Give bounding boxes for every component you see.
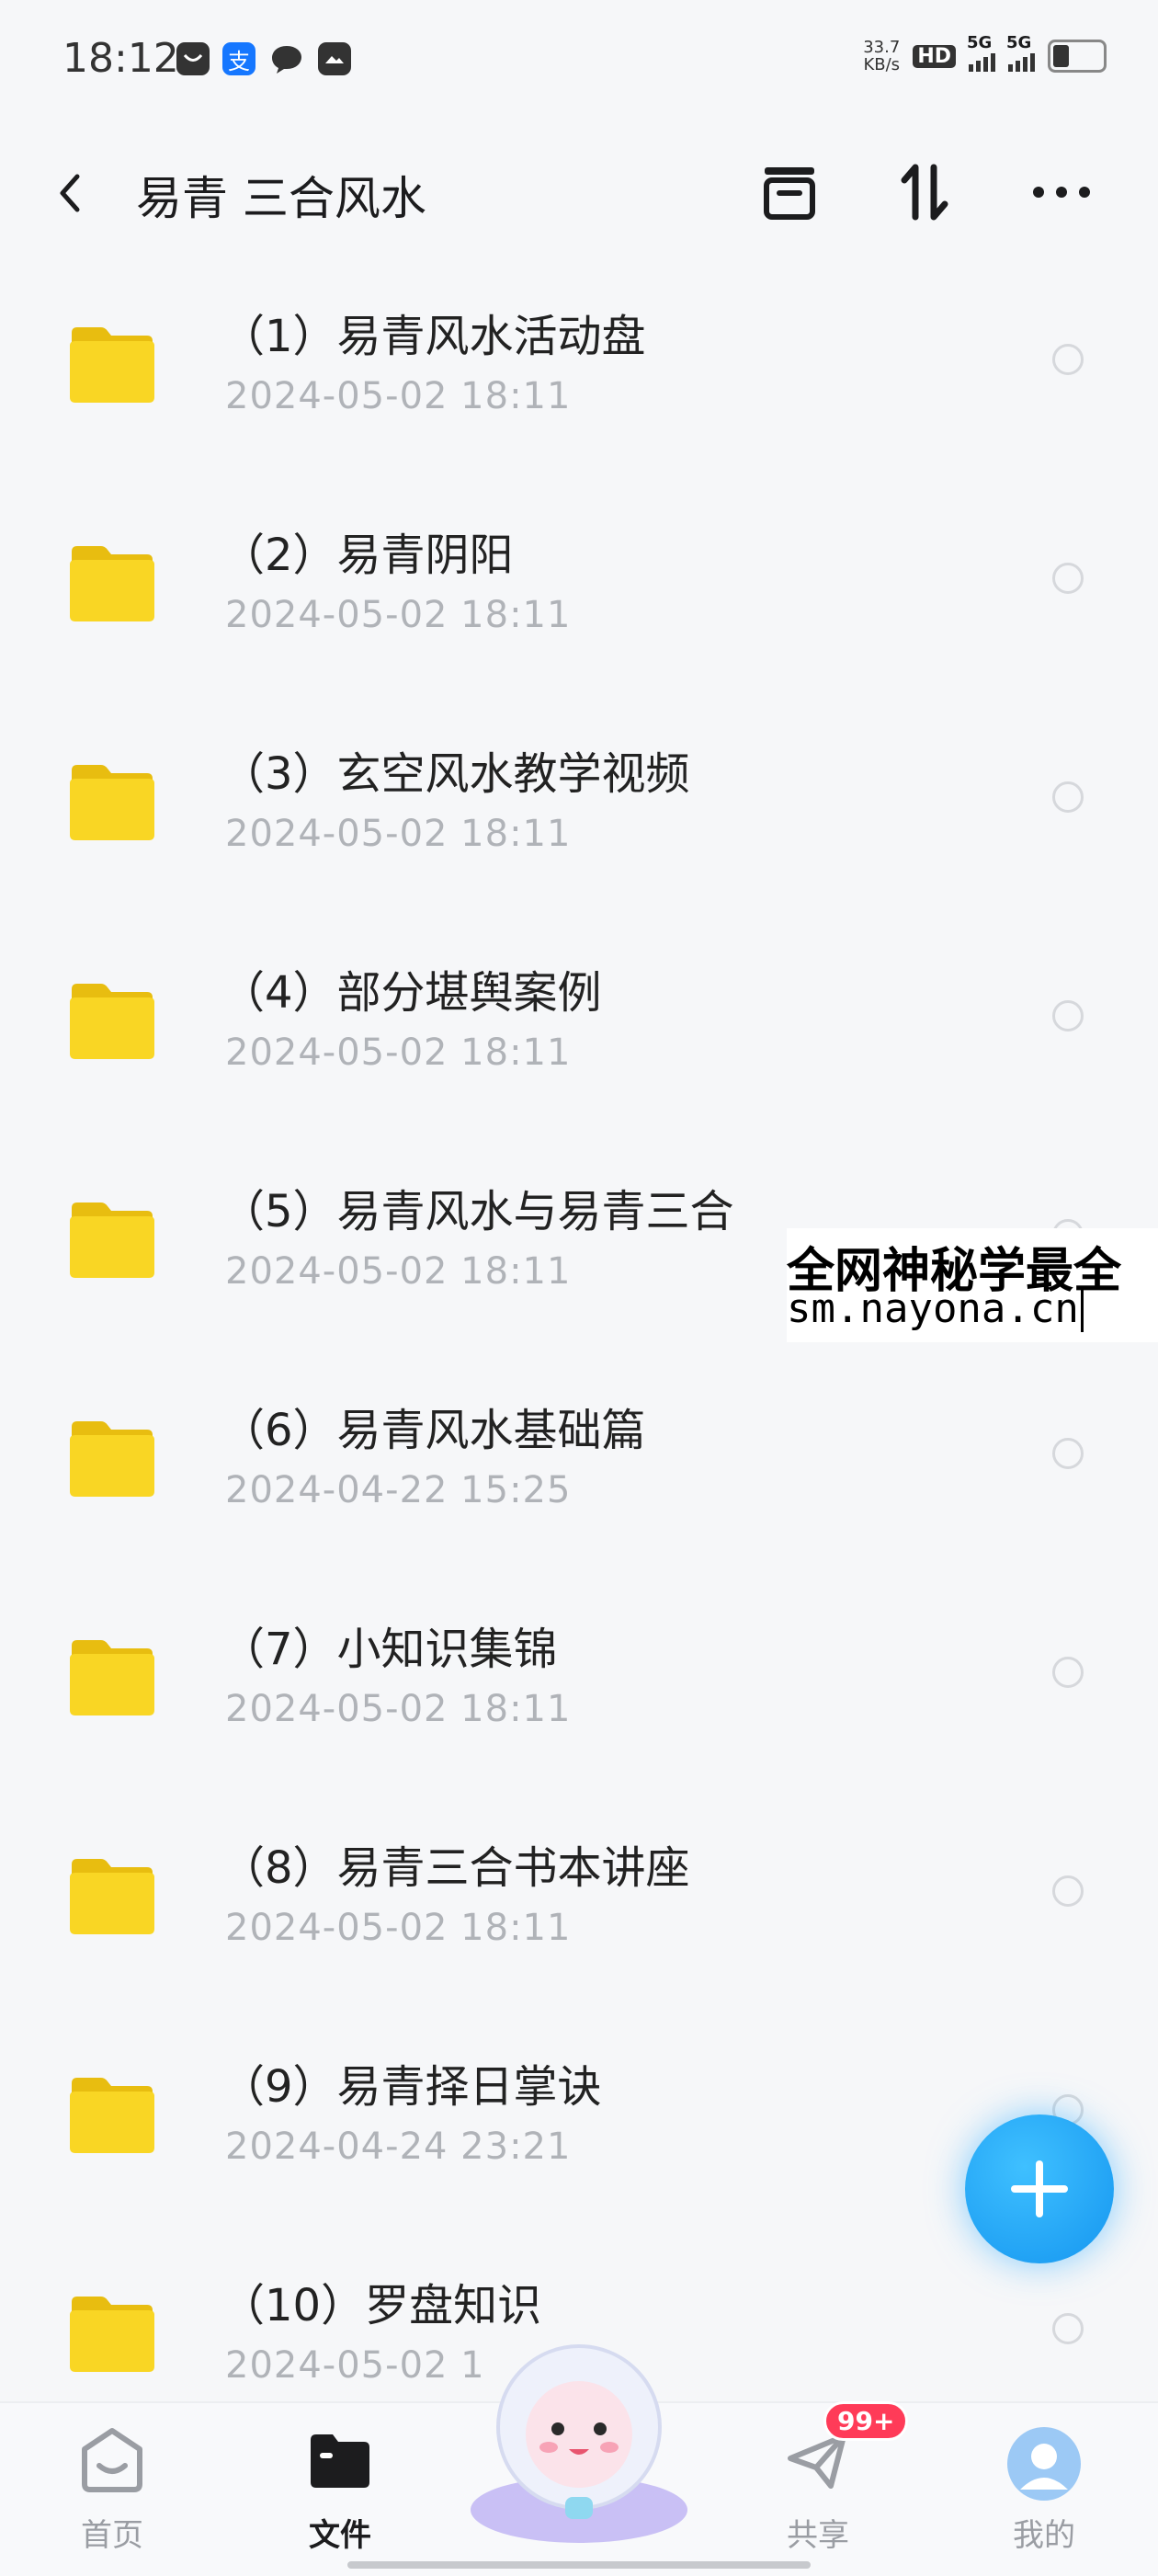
folder-date: 2024-05-02 18:11 [225, 1250, 572, 1293]
folder-date: 2024-05-02 18:11 [225, 1688, 572, 1730]
gallery-app-icon [318, 42, 351, 75]
folder-icon [70, 2297, 154, 2372]
notification-app-icon [176, 42, 210, 75]
folder-date: 2024-05-02 18:11 [225, 1032, 572, 1074]
tab-home[interactable]: 首页 [20, 2403, 204, 2576]
notification-badge: 99+ [823, 2401, 909, 2441]
plus-icon [1011, 2160, 1068, 2217]
folder-date: 2024-05-02 18:11 [225, 1907, 572, 1949]
chevron-left-icon [60, 174, 80, 212]
tab-home-label: 首页 [81, 2517, 143, 2554]
sort-button[interactable] [893, 160, 958, 228]
signal-sim1-icon: 5G [967, 33, 995, 72]
folder-date: 2024-05-02 18:11 [225, 594, 572, 636]
status-bar: 18:12 支 33.7 KB/s HD 5G 5G [0, 0, 1158, 120]
folder-name: （8）易青三合书本讲座 [221, 1842, 690, 1894]
home-face-icon [82, 2428, 142, 2492]
folder-row[interactable]: （6）易青风水基础篇 2024-04-22 15:25 [0, 1361, 1158, 1579]
alipay-icon: 支 [222, 42, 255, 75]
folder-row[interactable]: （7）小知识集锦 2024-05-02 18:11 [0, 1579, 1158, 1798]
folder-row[interactable]: （8）易青三合书本讲座 2024-05-02 18:11 [0, 1798, 1158, 2017]
mascot-assistant-button[interactable] [464, 2335, 694, 2547]
watermark-overlay: 全网神秘学最全 sm.nayona.cn [787, 1228, 1158, 1342]
folder-list: （1）易青风水活动盘 2024-05-02 18:11 （2）易青阴阳 2024… [0, 267, 1158, 2455]
page-title: 易青 三合风水 [136, 172, 426, 225]
folder-name: （10）罗盘知识 [221, 2280, 542, 2331]
add-button[interactable] [965, 2114, 1114, 2263]
folder-name: （7）小知识集锦 [221, 1624, 558, 1675]
select-radio[interactable] [1052, 1438, 1084, 1469]
folder-name: （6）易青风水基础篇 [221, 1405, 646, 1456]
folder-icon [70, 327, 154, 403]
home-indicator [347, 2561, 811, 2569]
folder-icon [70, 1640, 154, 1715]
select-radio[interactable] [1052, 344, 1084, 375]
top-app-bar: 易青 三合风水 [0, 138, 1158, 248]
folder-name: （1）易青风水活动盘 [221, 311, 646, 362]
folder-date: 2024-04-22 15:25 [225, 1469, 572, 1511]
tab-files[interactable]: 文件 [248, 2403, 432, 2576]
tab-me[interactable]: 我的 [952, 2403, 1136, 2576]
folder-icon [70, 1421, 154, 1497]
tab-share-label: 共享 [787, 2517, 849, 2554]
folder-icon [70, 1203, 154, 1278]
archive-box-icon [764, 167, 815, 220]
folder-date: 2024-04-24 23:21 [225, 2126, 572, 2168]
archive-button[interactable] [757, 160, 822, 228]
select-radio[interactable] [1052, 1657, 1084, 1688]
hd-voice-icon: HD [913, 44, 956, 68]
folder-name: （5）易青风水与易青三合 [221, 1186, 734, 1237]
folder-icon [70, 546, 154, 621]
select-radio[interactable] [1052, 563, 1084, 594]
select-radio[interactable] [1052, 2313, 1084, 2344]
folder-date: 2024-05-02 18:11 [225, 813, 572, 855]
tab-files-label: 文件 [309, 2517, 371, 2554]
folder-name: （3）玄空风水教学视频 [221, 748, 690, 800]
status-indicators: 33.7 KB/s HD 5G 5G [863, 33, 1107, 74]
folder-row[interactable]: （2）易青阴阳 2024-05-02 18:11 [0, 485, 1158, 704]
folder-date: 2024-05-02 1 [225, 2344, 485, 2387]
folder-row[interactable]: （1）易青风水活动盘 2024-05-02 18:11 [0, 267, 1158, 485]
avatar-icon [1007, 2427, 1081, 2501]
network-speed: 33.7 KB/s [863, 38, 901, 74]
folder-name: （9）易青择日掌诀 [221, 2061, 602, 2113]
folder-icon [70, 2078, 154, 2153]
select-radio[interactable] [1052, 1000, 1084, 1032]
select-radio[interactable] [1052, 1875, 1084, 1907]
select-radio[interactable] [1052, 781, 1084, 813]
folder-date: 2024-05-02 18:11 [225, 375, 572, 417]
tab-share[interactable]: 99+ 共享 [726, 2401, 910, 2576]
signal-sim2-icon: 5G [1006, 33, 1035, 72]
watermark-line2: sm.nayona.cn [787, 1285, 1084, 1332]
message-icon [270, 42, 303, 75]
folder-icon [70, 1859, 154, 1934]
folder-name: （4）部分堪舆案例 [221, 967, 602, 1019]
battery-icon [1048, 40, 1107, 73]
back-button[interactable] [51, 165, 88, 224]
folder-row[interactable]: （4）部分堪舆案例 2024-05-02 18:11 [0, 923, 1158, 1142]
more-options-button[interactable] [1029, 160, 1094, 228]
folder-icon [70, 765, 154, 840]
sort-arrows-icon [901, 164, 948, 221]
folder-name: （2）易青阴阳 [221, 530, 514, 581]
tab-me-label: 我的 [1013, 2517, 1075, 2554]
folder-icon [311, 2434, 369, 2488]
folder-row[interactable]: （3）玄空风水教学视频 2024-05-02 18:11 [0, 704, 1158, 923]
folder-icon [70, 984, 154, 1059]
status-time: 18:12 [62, 35, 179, 82]
more-dots-icon [1033, 187, 1090, 198]
